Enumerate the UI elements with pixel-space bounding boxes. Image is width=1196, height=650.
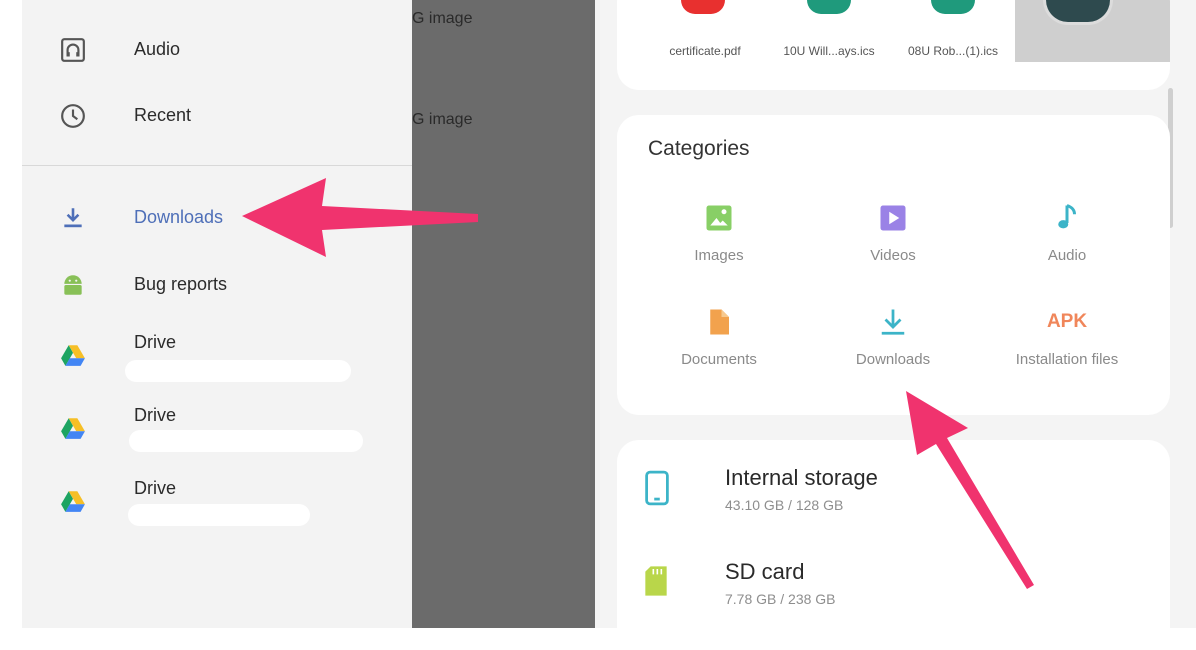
background-file-label: G image bbox=[412, 10, 473, 27]
category-installation-files[interactable]: APK Installation files bbox=[982, 307, 1152, 368]
drive-icon bbox=[61, 491, 85, 512]
redacted-account bbox=[125, 360, 351, 382]
categories-title: Categories bbox=[648, 137, 750, 160]
video-icon bbox=[880, 205, 906, 231]
recent-file-name: certificate.pdf bbox=[669, 44, 741, 58]
recent-files-card: certificate.pdf 10U Will...ays.ics 08U R… bbox=[617, 0, 1170, 90]
drawer-item-label: Downloads bbox=[134, 207, 224, 227]
calendar-file-icon bbox=[931, 0, 975, 14]
drive-icon bbox=[61, 345, 85, 366]
drawer-item-label: Drive bbox=[134, 332, 177, 352]
redacted-account bbox=[129, 430, 363, 452]
recent-file-thumbnail[interactable]: certificate.pdf bbox=[643, 0, 768, 62]
category-videos[interactable]: Videos bbox=[808, 203, 978, 264]
drawer-item-drive-2[interactable]: Drive bbox=[22, 393, 412, 452]
categories-card: Categories Images Videos Audio Documents… bbox=[617, 115, 1170, 415]
drawer-scrim[interactable]: G image G image bbox=[412, 0, 595, 628]
recent-file-name: 10U Will...ays.ics bbox=[783, 44, 875, 58]
download-icon bbox=[64, 208, 82, 228]
calendar-file-icon bbox=[807, 0, 851, 14]
recent-file-thumbnail[interactable]: 10U Will...ays.ics bbox=[767, 0, 892, 62]
recent-file-thumbnail[interactable]: 08U Rob...(1).ics bbox=[891, 0, 1016, 62]
category-images[interactable]: Images bbox=[634, 203, 804, 264]
document-icon bbox=[710, 309, 729, 335]
category-downloads[interactable]: Downloads bbox=[808, 307, 978, 368]
drawer-item-label: Bug reports bbox=[134, 274, 228, 294]
category-label: Installation files bbox=[1015, 351, 1119, 368]
storage-internal[interactable]: Internal storage 43.10 GB / 128 GB bbox=[617, 440, 1170, 535]
drawer-item-downloads[interactable]: Downloads bbox=[22, 190, 412, 246]
navigation-drawer: Audio Recent Downloads Bug reports Drive bbox=[22, 0, 412, 628]
redacted-account bbox=[128, 504, 310, 526]
image-icon bbox=[706, 205, 732, 231]
drive-icon bbox=[61, 418, 85, 439]
recent-file-thumbnail[interactable] bbox=[1015, 0, 1170, 62]
drawer-item-recent[interactable]: Recent bbox=[22, 88, 412, 144]
image-file-icon bbox=[1043, 0, 1113, 25]
drawer-item-audio[interactable]: Audio bbox=[22, 22, 412, 78]
drawer-divider bbox=[22, 165, 412, 166]
category-label: Documents bbox=[681, 351, 757, 368]
audio-icon bbox=[61, 38, 85, 62]
category-label: Images bbox=[694, 247, 744, 264]
apk-icon: APK bbox=[1046, 311, 1088, 332]
storage-usage: 7.78 GB / 238 GB bbox=[725, 591, 836, 607]
clock-icon bbox=[61, 104, 85, 128]
category-label: Downloads bbox=[855, 351, 931, 368]
storage-title: Internal storage bbox=[725, 465, 878, 490]
recent-file-name: 08U Rob...(1).ics bbox=[907, 44, 999, 58]
storage-title: SD card bbox=[725, 559, 805, 584]
category-label: Audio bbox=[1047, 247, 1087, 264]
drawer-item-drive-3[interactable]: Drive bbox=[22, 466, 412, 526]
music-note-icon bbox=[1058, 204, 1076, 229]
drawer-item-label: Drive bbox=[134, 405, 177, 425]
pdf-file-icon bbox=[681, 0, 725, 14]
category-label: Videos bbox=[870, 247, 916, 264]
android-icon bbox=[64, 275, 82, 295]
sd-card-icon bbox=[645, 566, 667, 596]
storage-card: Internal storage 43.10 GB / 128 GB SD ca… bbox=[617, 440, 1170, 650]
my-files-screen: certificate.pdf 10U Will...ays.ics 08U R… bbox=[595, 0, 1196, 650]
phone-icon bbox=[645, 470, 669, 506]
storage-usage: 43.10 GB / 128 GB bbox=[725, 497, 844, 513]
drawer-item-label: Recent bbox=[134, 105, 192, 125]
category-documents[interactable]: Documents bbox=[634, 307, 804, 368]
category-audio[interactable]: Audio bbox=[982, 203, 1152, 264]
drawer-item-label: Drive bbox=[134, 478, 177, 498]
drawer-item-bug-reports[interactable]: Bug reports bbox=[22, 257, 412, 313]
download-icon bbox=[881, 309, 905, 335]
background-file-label: G image bbox=[412, 111, 473, 128]
storage-sd-card[interactable]: SD card 7.78 GB / 238 GB bbox=[617, 540, 1170, 635]
drawer-item-drive-1[interactable]: Drive bbox=[22, 320, 412, 382]
drawer-item-label: Audio bbox=[134, 39, 181, 59]
